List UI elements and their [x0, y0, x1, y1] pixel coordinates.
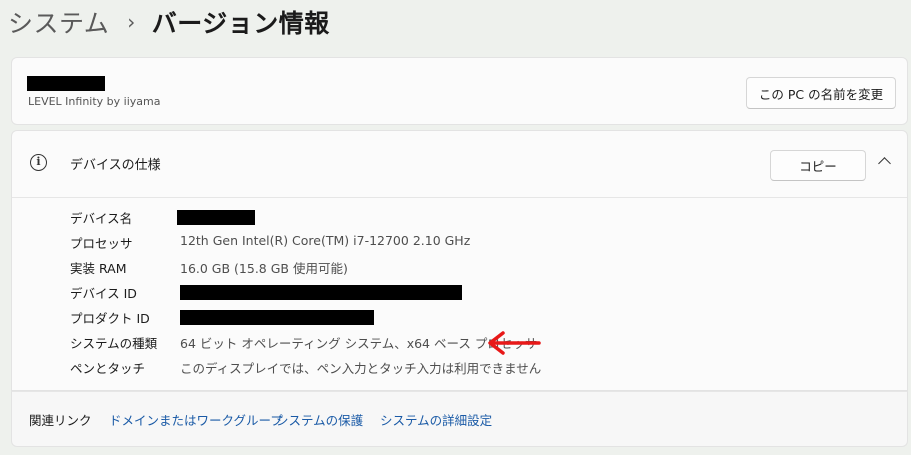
device-spec-title: デバイスの仕様: [70, 158, 161, 173]
spec-label: システムの種類: [70, 336, 158, 351]
related-links-bar: 関連リンク ドメインまたはワークグループ システムの保護 システムの詳細設定: [11, 391, 908, 447]
rename-pc-button[interactable]: この PC の名前を変更: [746, 77, 896, 109]
spec-value: 12th Gen Intel(R) Core(TM) i7-12700 2.10…: [180, 233, 471, 248]
info-icon: i: [30, 154, 47, 171]
spec-value: このディスプレイでは、ペン入力とタッチ入力は利用できません: [180, 361, 542, 376]
spec-label: デバイス名: [70, 211, 133, 226]
spec-row-product-id: プロダクト ID: [12, 305, 907, 330]
spec-row-processor: プロセッサ 12th Gen Intel(R) Core(TM) i7-1270…: [12, 230, 907, 255]
device-spec-header[interactable]: i デバイスの仕様 コピー: [12, 131, 907, 198]
spec-row-device-id: デバイス ID: [12, 280, 907, 305]
system-protection-link[interactable]: システムの保護: [276, 410, 363, 429]
copy-button[interactable]: コピー: [770, 150, 866, 181]
spec-label: プロダクト ID: [70, 311, 150, 326]
breadcrumb: システム › バージョン情報: [8, 4, 330, 40]
domain-workgroup-link[interactable]: ドメインまたはワークグループ: [109, 410, 283, 429]
device-spec-card: i デバイスの仕様 コピー デバイス名 プロセッサ 12th Gen Intel…: [11, 130, 908, 391]
spec-label: プロセッサ: [70, 236, 133, 251]
related-links-title: 関連リンク: [29, 413, 92, 428]
spec-row-system-type: システムの種類 64 ビット オペレーティング システム、x64 ベース プロセ…: [12, 330, 907, 355]
page-title: バージョン情報: [151, 9, 330, 38]
breadcrumb-separator-icon: ›: [127, 10, 136, 34]
pc-model-text: LEVEL Infinity by iiyama: [28, 95, 161, 108]
device-spec-list: デバイス名 プロセッサ 12th Gen Intel(R) Core(TM) i…: [12, 205, 907, 380]
pc-name-card: LEVEL Infinity by iiyama この PC の名前を変更: [11, 57, 908, 125]
redacted-pc-name: [27, 76, 105, 91]
spec-row-ram: 実装 RAM 16.0 GB (15.8 GB 使用可能): [12, 255, 907, 280]
spec-label: デバイス ID: [70, 286, 137, 301]
spec-value: 16.0 GB (15.8 GB 使用可能): [180, 261, 348, 276]
chevron-up-icon[interactable]: [878, 157, 891, 170]
advanced-system-settings-link[interactable]: システムの詳細設定: [380, 410, 492, 429]
spec-label: ペンとタッチ: [70, 361, 146, 376]
redacted-product-id: [180, 310, 374, 325]
spec-label: 実装 RAM: [70, 261, 127, 276]
breadcrumb-system-link[interactable]: システム: [8, 4, 109, 40]
redacted-device-name: [177, 210, 255, 225]
spec-row-pen-touch: ペンとタッチ このディスプレイでは、ペン入力とタッチ入力は利用できません: [12, 355, 907, 380]
spec-row-device-name: デバイス名: [12, 205, 907, 230]
redacted-device-id: [180, 285, 462, 300]
spec-value: 64 ビット オペレーティング システム、x64 ベース プロセッサ: [180, 336, 538, 351]
red-arrow-icon: [488, 331, 541, 355]
